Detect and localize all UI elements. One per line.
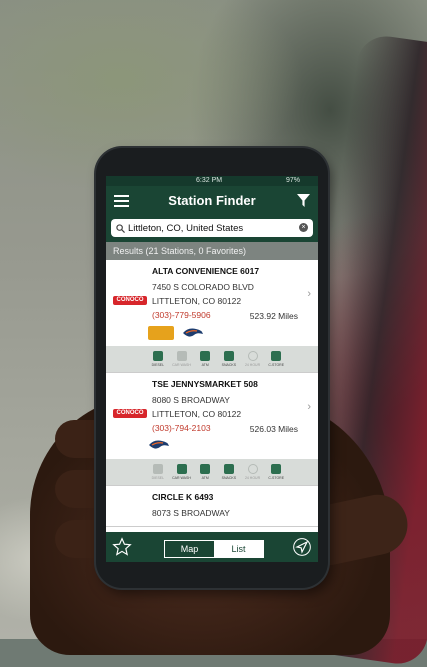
search-icon [116,223,125,233]
app-screen: 6:32 PM 97% Station Finder × Results (21… [106,176,318,562]
search-box: × [111,219,313,237]
station-city: LITTLETON, CO 80122 [152,296,242,306]
amenities-row: DIESEL CAR WASH ATM SNACKS 24 HOUR C-STO… [106,459,318,485]
station-name: ALTA CONVENIENCE 6017 [152,266,260,276]
clock-24-icon [247,464,258,474]
status-time: 6:32 PM [196,177,223,184]
station-phone[interactable]: (303)-794-2103 [152,423,211,433]
conoco-logo: CONOCO [113,409,147,418]
amenity-atm: ATM [193,351,217,367]
rewards-badge-icon [148,326,174,340]
page-title: Station Finder [168,193,256,208]
station-card[interactable]: CIRCLE K 6493 8073 S BROADWAY [106,486,318,527]
battery-level: 97% [285,177,300,184]
car-wash-icon [176,464,187,474]
store-icon [271,464,282,474]
results-summary: Results (21 Stations, 0 Favorites) [106,242,318,260]
snacks-icon [223,464,234,474]
search-input[interactable] [128,222,278,234]
station-distance: 526.03 Miles [249,424,298,434]
clock-24-icon [247,351,258,361]
station-card[interactable]: ALTA CONVENIENCE 6017 CONOCO 7450 S COLO… [106,260,318,373]
amenity-snacks: SNACKS [217,464,241,480]
location-arrow-icon[interactable] [292,537,312,557]
bottom-toolbar: Map List [106,532,318,562]
station-card[interactable]: TSE JENNYSMARKET 508 CONOCO 8080 S BROAD… [106,373,318,486]
station-address: 8080 S BROADWAY [152,395,230,405]
amenity-24-hour: 24 HOUR [241,351,265,367]
amenity-c-store: C-STORE [264,464,288,480]
car-wash-icon [176,351,187,361]
promo-badges [148,326,204,340]
view-toggle: Map List [164,540,264,558]
atm-icon [200,351,211,361]
amenity-diesel: DIESEL [146,351,170,367]
snacks-icon [223,351,234,361]
conoco-logo: CONOCO [113,296,147,305]
favorites-star-icon[interactable] [112,537,132,557]
amenity-car-wash: CAR WASH [170,351,194,367]
station-name: TSE JENNYSMARKET 508 [152,379,258,389]
station-city: LITTLETON, CO 80122 [152,409,242,419]
amenity-car-wash: CAR WASH [170,464,194,480]
amenity-snacks: SNACKS [217,351,241,367]
amenity-atm: ATM [193,464,217,480]
fuel-pump-icon [152,351,163,361]
app-header: Station Finder [106,186,318,216]
promo-badges [148,439,170,451]
fuel-pump-icon [152,464,163,474]
station-name: CIRCLE K 6493 [152,492,214,502]
amenity-c-store: C-STORE [264,351,288,367]
chevron-right-icon[interactable]: › [307,401,311,413]
chevron-right-icon[interactable]: › [307,288,311,300]
broncos-logo-icon [183,328,203,337]
status-bar: 6:32 PM 97% [106,176,318,186]
station-address: 8073 S BROADWAY [152,508,230,518]
station-phone[interactable]: (303)-779-5906 [152,310,211,320]
station-address: 7450 S COLORADO BLVD [152,282,254,292]
store-icon [271,351,282,361]
amenity-24-hour: 24 HOUR [241,464,265,480]
filter-icon[interactable] [297,194,310,207]
tab-list[interactable]: List [214,541,263,557]
tab-map[interactable]: Map [165,541,214,557]
amenity-diesel: DIESEL [146,464,170,480]
amenities-row: DIESEL CAR WASH ATM SNACKS 24 HOUR C-STO… [106,346,318,372]
search-bar: × [106,216,318,242]
broncos-logo-icon [149,440,169,449]
station-distance: 523.92 Miles [249,311,298,321]
clear-search-icon[interactable]: × [299,223,308,232]
atm-icon [200,464,211,474]
